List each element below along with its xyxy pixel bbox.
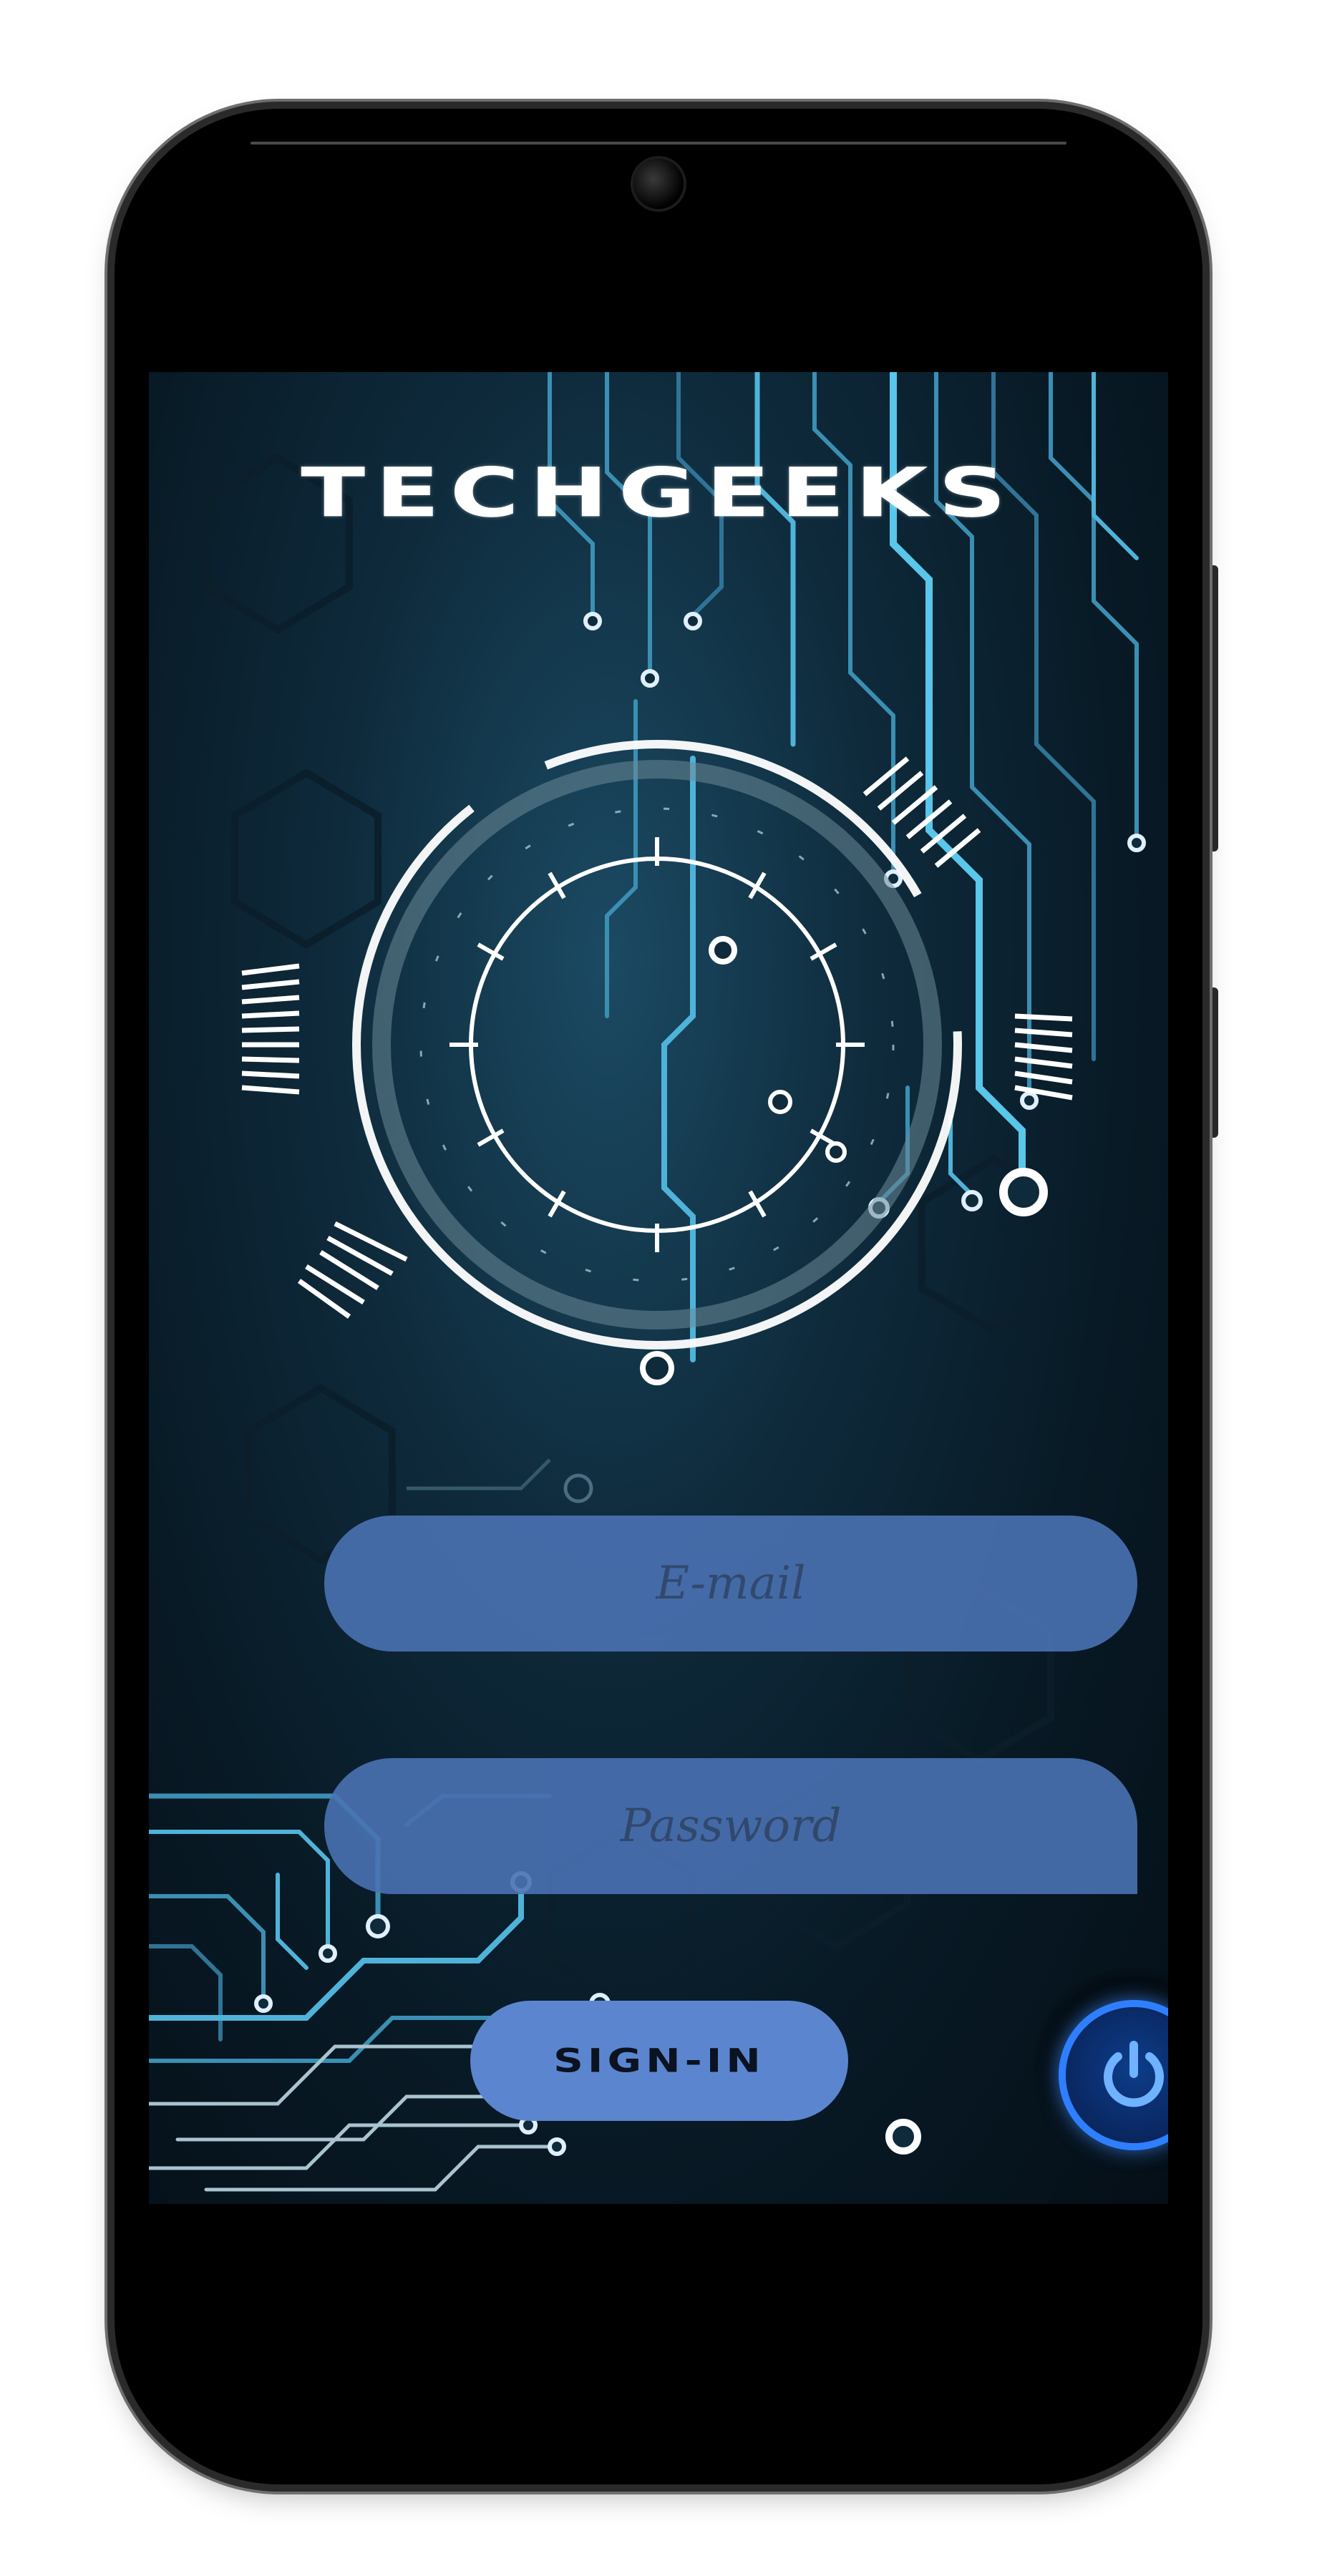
sign-in-label: SIGN-IN: [553, 2041, 765, 2080]
volume-button: [1208, 565, 1218, 852]
login-screen: TECHGEEKS SIGN-IN: [149, 372, 1168, 2204]
circuit-background: [149, 372, 1146, 2192]
sign-in-button[interactable]: SIGN-IN: [470, 2001, 848, 2121]
front-camera-icon: [633, 159, 684, 209]
password-input[interactable]: [324, 1757, 1137, 1895]
power-icon: [1104, 2041, 1164, 2107]
app-title: TECHGEEKS: [301, 453, 1016, 533]
password-field[interactable]: [324, 1757, 1137, 1895]
email-field[interactable]: [324, 1515, 1137, 1652]
email-input[interactable]: [324, 1515, 1137, 1652]
phone-frame: TECHGEEKS SIGN-IN: [115, 109, 1202, 2484]
page: TECHGEEKS SIGN-IN: [0, 0, 1317, 2576]
power-side-button: [1208, 987, 1218, 1138]
phone-top-rim: [251, 142, 1066, 145]
